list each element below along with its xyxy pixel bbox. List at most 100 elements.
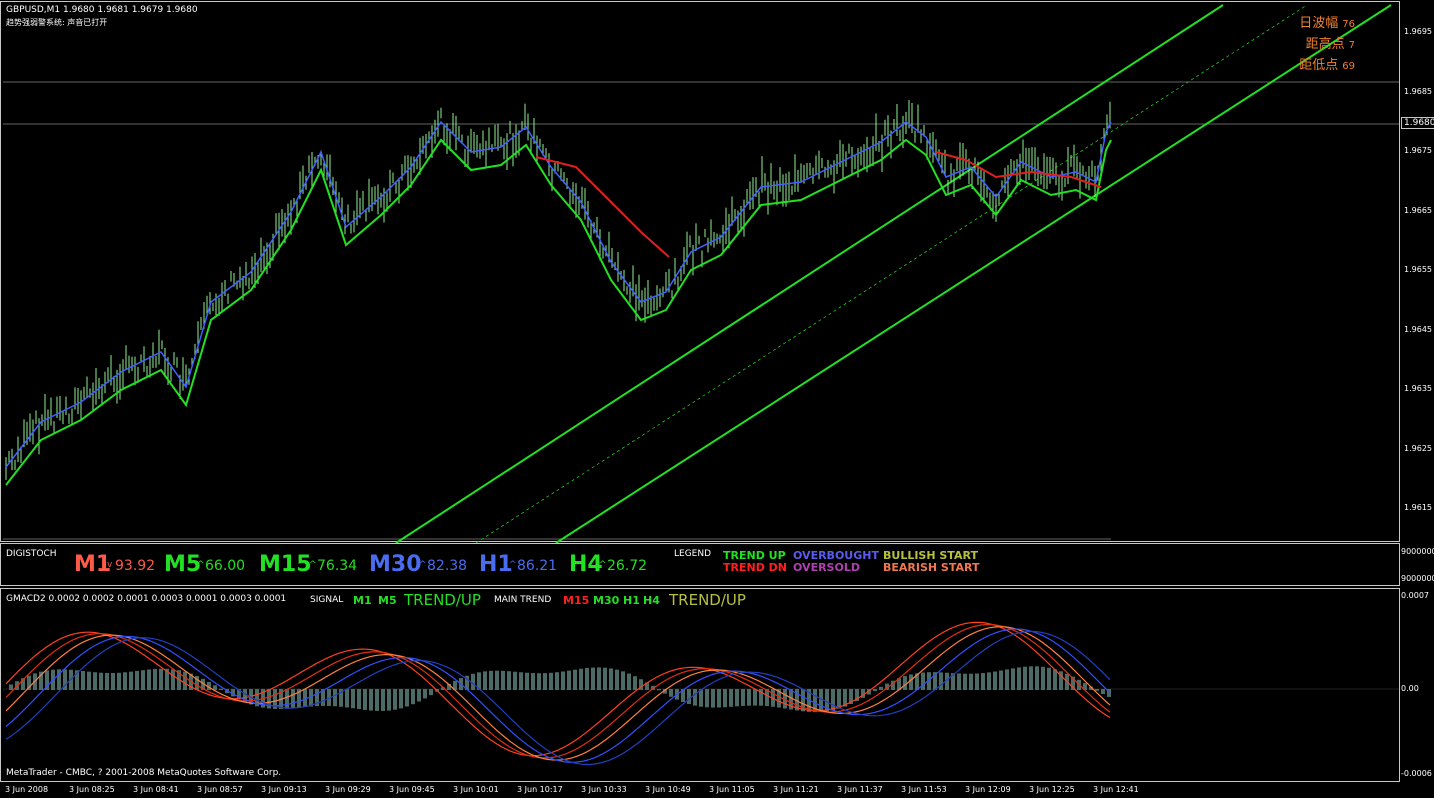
digistoch-pane[interactable]: DIGISTOCH M1 v 93.92 M5 ^ 66.00 M15 ^ 76.34 M30 ^ 8… [0,543,1400,586]
info-value: 76 [1342,19,1355,30]
main-tf-m30: M30 [593,594,620,607]
macd-bar [291,689,295,709]
macd-bar [711,689,715,708]
legend-item: OVERSOLD [793,561,860,574]
macd-bar [747,689,751,706]
time-tick: 3 Jun 08:57 [197,785,243,794]
macd-bar [561,671,565,690]
macd-bar [393,689,397,710]
tf-m30: M30 [369,552,422,577]
macd-bar [603,667,607,690]
macd-bar [957,673,961,690]
tf-m15: M15 [259,552,312,577]
main-trend: TREND/UP [669,591,746,609]
macd-bar [531,673,535,690]
macd-bar [633,676,637,690]
info-value: 7 [1348,40,1355,51]
macd-bar [939,672,943,690]
macd-bar [705,689,709,708]
time-tick: 3 Jun 12:09 [965,785,1011,794]
macd-bar [423,689,427,699]
macd-bar [141,670,145,690]
time-tick: 3 Jun 10:49 [645,785,691,794]
price-chart-canvas[interactable] [1,2,1434,543]
macd-bar [909,674,913,690]
macd-bar [99,672,103,690]
macd-bar [411,689,415,705]
macd-bar [1005,669,1009,690]
macd-bar [345,689,349,708]
price-tick: 1.9685 [1404,86,1432,96]
chart-title: GBPUSD,M1 1.9680 1.9681 1.9679 1.9680 [6,5,198,15]
macd-bar [579,668,583,690]
macd-bar [159,668,163,690]
tf-m1-arrow: v [107,560,113,570]
macd-bar [123,672,127,690]
macd-bar [183,671,187,690]
macd-bar [537,673,541,690]
price-tick: 1.9665 [1404,205,1432,215]
macd-bar [405,689,409,707]
macd-bar [567,670,571,690]
macd-bar [573,669,577,690]
macd-bar [399,689,403,709]
price-chart-pane[interactable]: GBPUSD,M1 1.9680 1.9681 1.9679 1.9680 趋势… [0,1,1400,543]
macd-canvas[interactable] [1,589,1434,783]
macd-bar [147,669,151,690]
price-tick: 1.9625 [1404,443,1432,453]
macd-bar [1023,666,1027,690]
tf-m30-value: 82.38 [427,558,468,574]
macd-bar [1029,666,1033,690]
time-tick: 3 Jun 2008 [5,785,49,794]
macd-bar [597,667,601,690]
macd-bar [735,689,739,707]
macd-bar [555,672,559,690]
tf-m5-arrow: ^ [197,560,205,570]
macd-bar [543,673,547,690]
macd-bar [693,689,697,706]
info-label: 距低点 [1299,58,1339,73]
macd-bar [333,689,337,707]
macd-bar [1011,668,1015,690]
macd-bar [921,672,925,690]
macd-bar [1035,666,1039,690]
down-ma-2 [935,151,1102,188]
macd-bar [723,689,727,708]
macd-bar [129,671,133,690]
gmacd-pane[interactable]: GMACD2 0.0002 0.0002 0.0001 0.0003 0.000… [0,588,1400,782]
price-tick: 1.9615 [1404,503,1432,512]
tf-m1: M1 [74,552,112,577]
tf-h4-arrow: ^ [599,560,607,570]
main-tf-m15: M15 [563,594,590,607]
channel-upper [395,4,1224,543]
macd-bar [105,672,109,690]
time-tick: 3 Jun 10:33 [581,785,627,794]
main-tf-h1: H1 [623,594,640,607]
tf-m5-value: 66.00 [205,558,246,574]
macd-bar [375,689,379,711]
macd-bar [81,670,85,690]
current-price-tag: 1.9680 [1401,117,1434,129]
macd-bar [93,672,97,690]
macd-bar [879,686,883,690]
time-tick: 3 Jun 10:01 [453,785,499,794]
macd-bar [729,689,733,707]
macd-bar [1041,666,1045,690]
macd-bar [171,669,175,690]
price-tick: 1.9675 [1404,146,1432,155]
macd-bar [501,670,505,690]
time-tick: 3 Jun 09:45 [389,785,435,794]
gmacd-title: GMACD2 0.0002 0.0002 0.0001 0.0003 0.000… [6,594,287,604]
macd-bar [369,689,373,711]
macd-axis-bottom: -0.0006 [1401,769,1432,778]
macd-bar [903,676,907,690]
signal-trend: TREND/UP [404,591,481,609]
macd-bar [483,671,487,690]
time-tick: 3 Jun 11:21 [773,785,819,794]
price-tick: 1.9695 [1404,27,1432,36]
time-tick: 3 Jun 11:53 [901,785,947,794]
macd-line [5,626,1111,761]
macd-bar [429,689,433,696]
channel-mid [475,4,1308,543]
macd-bar [519,672,523,690]
